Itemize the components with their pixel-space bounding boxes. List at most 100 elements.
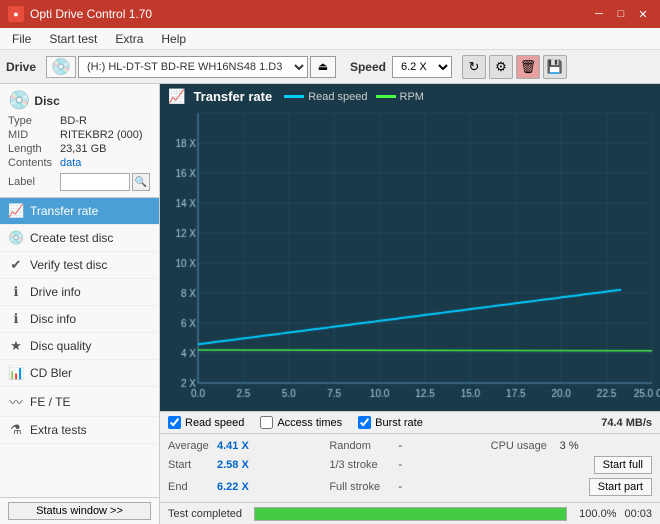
- extra-tests-icon: ⚗: [8, 422, 24, 438]
- full-stroke-value: -: [398, 481, 418, 493]
- end-col: End 6.22 X: [168, 481, 329, 493]
- sidebar: 💿 Disc Type BD-R MID RITEKBR2 (000) Leng…: [0, 84, 160, 524]
- avg-label: Average: [168, 440, 213, 452]
- chart-container: [160, 109, 660, 411]
- end-value: 6.22 X: [217, 481, 257, 493]
- avg-col: Average 4.41 X: [168, 440, 329, 452]
- disc-icon: 💿: [8, 90, 30, 111]
- cpu-col: CPU usage 3 %: [491, 440, 652, 452]
- nav-item-create-test-disc[interactable]: 💿 Create test disc: [0, 225, 159, 252]
- menu-extra[interactable]: Extra: [107, 30, 151, 48]
- disc-quality-icon: ★: [8, 338, 24, 354]
- legend-read-color: [284, 95, 304, 98]
- speed-select[interactable]: 6.2 X MAX 4.0 X 2.0 X: [392, 56, 452, 78]
- burst-rate-label: Burst rate: [375, 417, 423, 429]
- legend-read: Read speed: [284, 91, 367, 103]
- chart-title: Transfer rate: [193, 89, 272, 104]
- nav-item-drive-info[interactable]: ℹ Drive info: [0, 279, 159, 306]
- label-input[interactable]: [60, 173, 130, 191]
- nav-item-cd-bler[interactable]: 📊 CD Bler: [0, 360, 159, 387]
- start-col: Start 2.58 X: [168, 459, 329, 471]
- chart-header: 📈 Transfer rate Read speed RPM: [160, 84, 660, 109]
- minimize-button[interactable]: ─: [590, 5, 608, 23]
- sidebar-status: Status window >>: [0, 497, 159, 524]
- app-title: Opti Drive Control 1.70: [30, 7, 152, 21]
- start-full-button[interactable]: Start full: [594, 456, 652, 474]
- access-times-checkbox-label[interactable]: Access times: [260, 416, 342, 429]
- verify-test-disc-icon: ✔: [8, 257, 24, 273]
- drive-info-icon: ℹ: [8, 284, 24, 300]
- main-content: 💿 Disc Type BD-R MID RITEKBR2 (000) Leng…: [0, 84, 660, 524]
- nav-label-transfer-rate: Transfer rate: [30, 204, 98, 218]
- nav-label-create-test-disc: Create test disc: [30, 231, 113, 245]
- titlebar: ● Opti Drive Control 1.70 ─ □ ✕: [0, 0, 660, 28]
- toolbar: Drive 💿 (H:) HL-DT-ST BD-RE WH16NS48 1.D…: [0, 50, 660, 84]
- label-edit-button[interactable]: 🔍: [132, 173, 150, 191]
- menubar: File Start test Extra Help: [0, 28, 660, 50]
- nav-item-disc-info[interactable]: ℹ Disc info: [0, 306, 159, 333]
- random-label: Random: [329, 440, 394, 452]
- refresh-icon[interactable]: ↻: [462, 55, 486, 79]
- avg-value: 4.41 X: [217, 440, 257, 452]
- settings-icon[interactable]: ⚙: [489, 55, 513, 79]
- start-part-col: Start part: [491, 478, 652, 496]
- nav-item-disc-quality[interactable]: ★ Disc quality: [0, 333, 159, 360]
- stroke-value: -: [398, 459, 418, 471]
- nav-item-extra-tests[interactable]: ⚗ Extra tests: [0, 417, 159, 444]
- legend-rpm: RPM: [376, 91, 424, 103]
- drive-icon: 💿: [51, 57, 71, 77]
- length-key: Length: [8, 143, 60, 155]
- start-part-button[interactable]: Start part: [589, 478, 652, 496]
- disc-info-icon: ℹ: [8, 311, 24, 327]
- menu-file[interactable]: File: [4, 30, 39, 48]
- eject-button[interactable]: ⏏: [310, 56, 336, 78]
- progress-pct: 100.0%: [579, 508, 616, 520]
- drive-select[interactable]: (H:) HL-DT-ST BD-RE WH16NS48 1.D3: [78, 56, 308, 78]
- end-label: End: [168, 481, 213, 493]
- label-key: Label: [8, 176, 60, 188]
- stroke-col: 1/3 stroke -: [329, 459, 490, 471]
- maximize-button[interactable]: □: [612, 5, 630, 23]
- content-area: 📈 Transfer rate Read speed RPM Read sp: [160, 84, 660, 524]
- nav-item-fe-te[interactable]: 〰 FE / TE: [0, 387, 159, 417]
- create-test-disc-icon: 💿: [8, 230, 24, 246]
- burst-rate-checkbox[interactable]: [358, 416, 371, 429]
- nav-item-transfer-rate[interactable]: 📈 Transfer rate: [0, 198, 159, 225]
- read-speed-checkbox-label[interactable]: Read speed: [168, 416, 244, 429]
- random-col: Random -: [329, 440, 490, 452]
- nav-label-disc-info: Disc info: [30, 312, 76, 326]
- stats-area: Average 4.41 X Random - CPU usage 3 % St…: [160, 433, 660, 502]
- progress-bar-container: [254, 507, 567, 521]
- disc-panel: 💿 Disc Type BD-R MID RITEKBR2 (000) Leng…: [0, 84, 159, 198]
- stroke-label: 1/3 stroke: [329, 459, 394, 471]
- disc-heading: Disc: [34, 94, 59, 108]
- status-window-button[interactable]: Status window >>: [8, 502, 151, 520]
- full-stroke-col: Full stroke -: [329, 481, 490, 493]
- access-times-checkbox[interactable]: [260, 416, 273, 429]
- start-label: Start: [168, 459, 213, 471]
- burst-rate-checkbox-label[interactable]: Burst rate: [358, 416, 423, 429]
- stats-row-2: Start 2.58 X 1/3 stroke - Start full: [168, 454, 652, 476]
- full-stroke-label: Full stroke: [329, 481, 394, 493]
- menu-start-test[interactable]: Start test: [41, 30, 105, 48]
- chart-legend: Read speed RPM: [284, 91, 424, 103]
- contents-key: Contents: [8, 157, 60, 169]
- progress-bar-fill: [255, 508, 566, 520]
- nav-item-verify-test-disc[interactable]: ✔ Verify test disc: [0, 252, 159, 279]
- erase-icon[interactable]: 🗑: [516, 55, 540, 79]
- start-full-col: Start full: [491, 456, 652, 474]
- drive-label: Drive: [6, 60, 36, 74]
- access-times-label: Access times: [277, 417, 342, 429]
- close-button[interactable]: ✕: [634, 5, 652, 23]
- stats-row-1: Average 4.41 X Random - CPU usage 3 %: [168, 438, 652, 454]
- save-icon[interactable]: 💾: [543, 55, 567, 79]
- length-value: 23,31 GB: [60, 143, 106, 155]
- contents-value[interactable]: data: [60, 157, 81, 169]
- nav-label-verify-test-disc: Verify test disc: [30, 258, 107, 272]
- menu-help[interactable]: Help: [153, 30, 194, 48]
- chart-title-icon: 📈: [168, 88, 185, 105]
- read-speed-checkbox[interactable]: [168, 416, 181, 429]
- fe-te-icon: 〰: [8, 392, 24, 411]
- cd-bler-icon: 📊: [8, 365, 24, 381]
- nav-label-drive-info: Drive info: [30, 285, 81, 299]
